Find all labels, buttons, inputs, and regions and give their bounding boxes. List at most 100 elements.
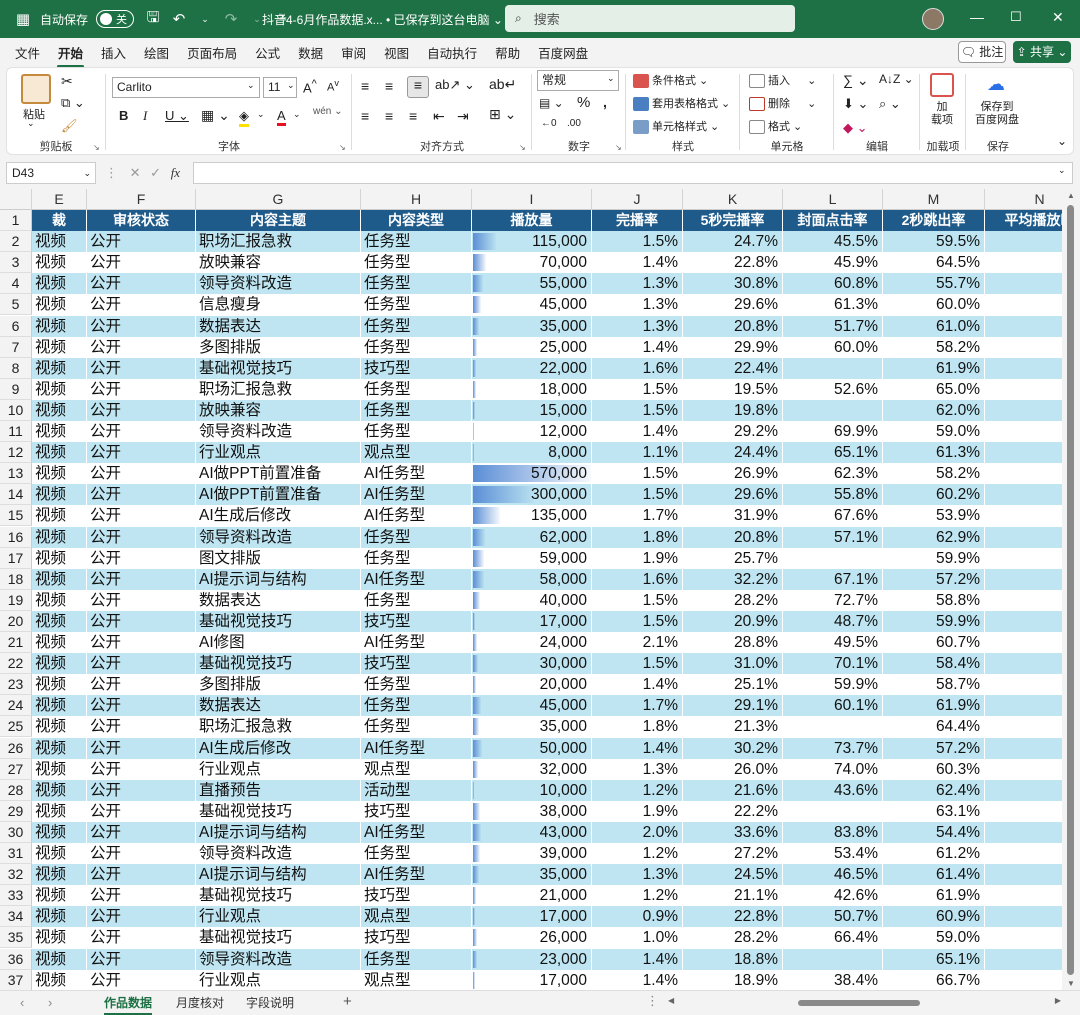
table-cell[interactable] (985, 695, 1062, 717)
search-box[interactable]: ⌕ 搜索 (505, 5, 795, 32)
autosum-icon[interactable]: ∑ ⌄ (843, 72, 869, 89)
menu-8[interactable]: 视图 (375, 43, 418, 62)
table-cell[interactable] (985, 737, 1062, 759)
table-cell[interactable]: AI做PPT前置准备 (196, 484, 361, 506)
table-cell[interactable]: 40,000 (472, 589, 592, 611)
table-cell[interactable]: 视频 (32, 737, 87, 759)
table-cell[interactable]: 视频 (32, 568, 87, 590)
table-cell[interactable]: 0.9% (592, 906, 683, 928)
addins-button[interactable]: 加 载项 (931, 101, 953, 127)
table-cell[interactable]: 视频 (32, 674, 87, 696)
header-cell[interactable]: 内容主题 (196, 210, 361, 232)
table-cell[interactable]: 115,000 (472, 231, 592, 253)
table-cell[interactable]: 视频 (32, 547, 87, 569)
table-cell[interactable]: 视频 (32, 315, 87, 337)
table-cell[interactable]: 任务型 (361, 526, 472, 548)
table-cell[interactable]: 公开 (87, 969, 196, 990)
table-cell[interactable]: 60.8% (783, 273, 883, 295)
table-cell[interactable]: 30.2% (683, 737, 783, 759)
table-cell[interactable] (985, 758, 1062, 780)
clear-icon[interactable]: ◆ ⌄ (843, 120, 868, 136)
select-all-corner[interactable] (0, 189, 32, 210)
table-cell[interactable]: 公开 (87, 674, 196, 696)
split-dots-icon[interactable]: ⋮ (646, 993, 659, 1009)
row-header[interactable]: 18 (0, 568, 32, 590)
autosave-toggle[interactable]: 关 (96, 10, 135, 28)
table-cell[interactable]: 1.4% (592, 336, 683, 358)
cut-icon[interactable]: ✂ (61, 73, 73, 90)
table-cell[interactable]: 17,000 (472, 610, 592, 632)
table-cell[interactable]: 公开 (87, 547, 196, 569)
table-cell[interactable]: 基础视觉技巧 (196, 610, 361, 632)
row-header[interactable]: 1 (0, 210, 32, 232)
table-cell[interactable]: 公开 (87, 695, 196, 717)
menu-3[interactable]: 绘图 (135, 43, 178, 62)
merge-center-icon[interactable]: ⊞ ⌄ (489, 106, 516, 123)
insert-function-icon[interactable]: fx (171, 165, 180, 180)
table-cell[interactable]: 行业观点 (196, 969, 361, 990)
table-cell[interactable]: 18.8% (683, 948, 783, 970)
font-name-select[interactable]: Carlito (112, 77, 260, 98)
table-cell[interactable]: AI任务型 (361, 864, 472, 886)
table-cell[interactable]: AI生成后修改 (196, 737, 361, 759)
table-cell[interactable]: 领导资料改造 (196, 273, 361, 295)
table-cell[interactable]: 29.2% (683, 421, 783, 443)
wrap-text-icon[interactable]: ab↵ (489, 76, 516, 93)
name-box-dropdown-icon[interactable]: ⌄ (83, 163, 91, 183)
menu-7[interactable]: 审阅 (332, 43, 375, 62)
table-cell[interactable]: 20.8% (683, 526, 783, 548)
row-header[interactable]: 2 (0, 231, 32, 253)
table-cell[interactable]: 观点型 (361, 442, 472, 464)
table-cell[interactable]: AI任务型 (361, 484, 472, 506)
table-cell[interactable]: 视频 (32, 779, 87, 801)
table-cell[interactable]: 58,000 (472, 568, 592, 590)
table-cell[interactable]: 放映兼容 (196, 399, 361, 421)
table-cell[interactable]: 62.3% (783, 463, 883, 485)
table-cell[interactable]: 任务型 (361, 547, 472, 569)
table-cell[interactable]: 1.5% (592, 378, 683, 400)
table-cell[interactable]: 31.0% (683, 653, 783, 675)
table-cell[interactable]: 视频 (32, 463, 87, 485)
table-cell[interactable]: 55,000 (472, 273, 592, 295)
table-cell[interactable]: 60.3% (883, 758, 985, 780)
table-cell[interactable]: 视频 (32, 378, 87, 400)
table-cell[interactable]: 38.4% (783, 969, 883, 990)
table-cell[interactable]: 公开 (87, 632, 196, 654)
table-cell[interactable]: 22.4% (683, 357, 783, 379)
table-cell[interactable]: 基础视觉技巧 (196, 653, 361, 675)
table-cell[interactable]: 59,000 (472, 547, 592, 569)
table-cell[interactable]: 24.4% (683, 442, 783, 464)
table-cell[interactable]: 59.9% (783, 674, 883, 696)
table-cell[interactable]: 32,000 (472, 758, 592, 780)
table-cell[interactable]: 73.7% (783, 737, 883, 759)
row-header[interactable]: 35 (0, 927, 32, 949)
table-cell[interactable]: 45,000 (472, 294, 592, 316)
table-cell[interactable]: 58.2% (883, 336, 985, 358)
table-cell[interactable] (783, 716, 883, 738)
percent-icon[interactable]: % (577, 94, 590, 111)
share-button[interactable]: ⇪ 共享 ⌄ (1013, 41, 1071, 63)
redo-icon[interactable]: ↷ (218, 10, 244, 28)
table-cell[interactable]: 公开 (87, 589, 196, 611)
table-cell[interactable]: AI任务型 (361, 821, 472, 843)
increase-indent-icon[interactable]: ⇥ (457, 108, 469, 125)
italic-icon[interactable]: I (143, 108, 147, 124)
phonetic-icon[interactable]: wén ⌄ (313, 106, 343, 117)
table-cell[interactable]: 50,000 (472, 737, 592, 759)
table-cell[interactable] (985, 231, 1062, 253)
header-cell[interactable]: 平均播放时 (985, 210, 1062, 232)
table-cell[interactable]: 61.9% (883, 885, 985, 907)
table-cell[interactable]: 多图排版 (196, 674, 361, 696)
row-header[interactable]: 17 (0, 547, 32, 569)
table-cell[interactable]: 28.2% (683, 927, 783, 949)
table-cell[interactable] (985, 294, 1062, 316)
table-cell[interactable]: 2.0% (592, 821, 683, 843)
table-cell[interactable]: 70.1% (783, 653, 883, 675)
table-cell[interactable] (985, 843, 1062, 865)
row-header[interactable]: 23 (0, 674, 32, 696)
table-cell[interactable]: 20.9% (683, 610, 783, 632)
table-cell[interactable]: 1.3% (592, 758, 683, 780)
fill-color-dropdown-icon[interactable]: ⌄ (257, 109, 265, 120)
cancel-icon[interactable]: ✕ (130, 165, 141, 180)
table-cell[interactable]: 1.4% (592, 969, 683, 990)
